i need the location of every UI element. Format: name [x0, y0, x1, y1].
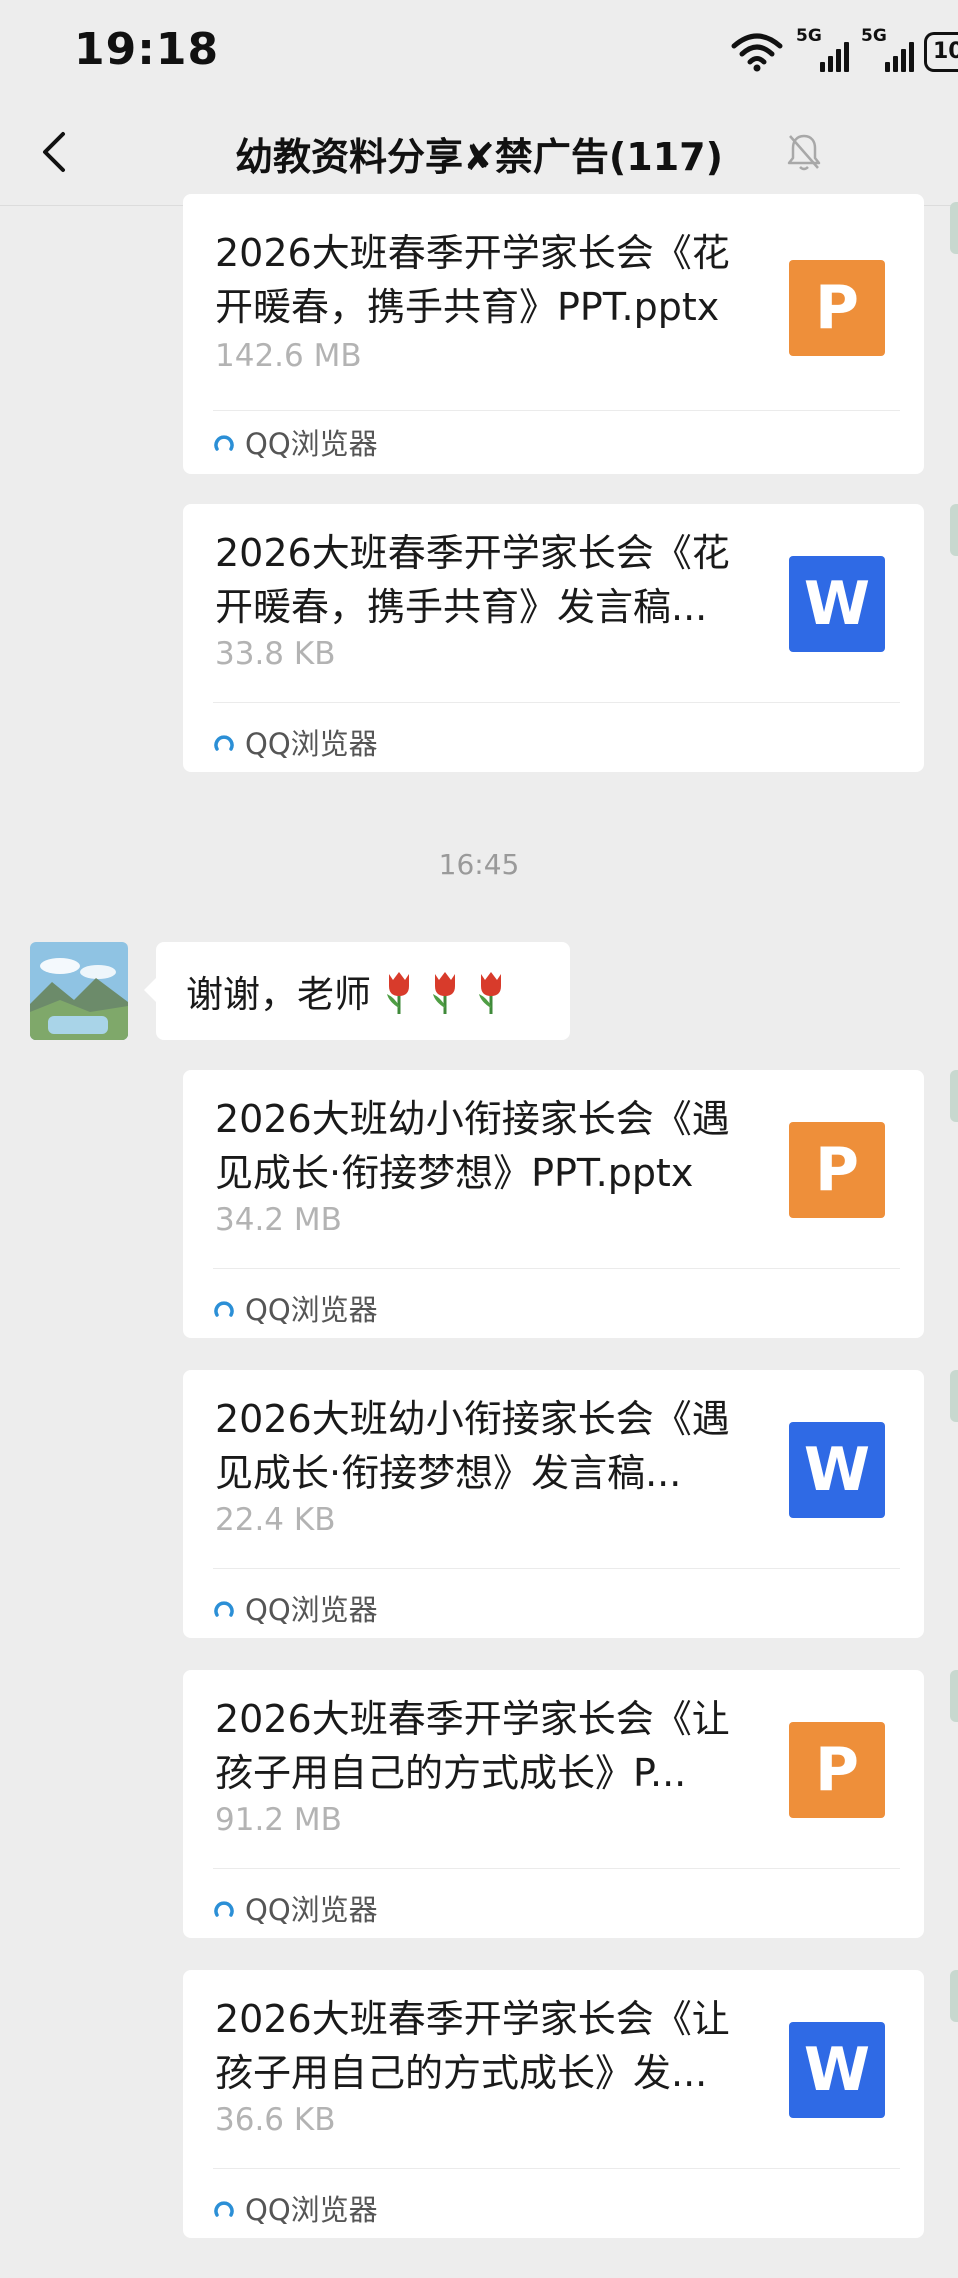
file-name: 2026大班春季开学家长会《让孩子用自己的方式成长》发...	[215, 1997, 730, 2095]
file-name: 2026大班幼小衔接家长会《遇见成长·衔接梦想》发言稿...	[215, 1397, 730, 1495]
file-name: 2026大班春季开学家长会《花开暖春，携手共育》发言稿...	[215, 531, 730, 629]
card-divider	[213, 1868, 900, 1869]
network-label-1: 5G	[796, 26, 822, 46]
message-timestamp: 16:45	[438, 848, 520, 881]
message-text: 谢谢，老师	[186, 973, 371, 1016]
card-source: QQ浏览器	[213, 722, 378, 762]
qq-browser-icon	[214, 435, 234, 451]
ppt-file-icon: P	[789, 1122, 885, 1218]
source-label: QQ浏览器	[245, 427, 378, 461]
network-label-2: 5G	[861, 26, 887, 46]
source-label: QQ浏览器	[245, 1293, 378, 1327]
battery-icon: 10	[924, 32, 958, 72]
card-source: QQ浏览器	[213, 1588, 378, 1628]
avatar[interactable]	[950, 1370, 958, 1422]
ppt-file-icon: P	[789, 1722, 885, 1818]
qq-browser-icon	[214, 735, 234, 751]
qq-browser-icon	[214, 1901, 234, 1917]
file-message-card[interactable]: 2026大班春季开学家长会《花开暖春，携手共育》PPT.pptx 142.6 M…	[183, 194, 924, 474]
card-divider	[213, 2168, 900, 2169]
file-size: 22.4 KB	[215, 1502, 336, 1538]
qq-browser-icon	[214, 1301, 234, 1317]
qq-browser-icon	[214, 2201, 234, 2217]
file-name: 2026大班春季开学家长会《让孩子用自己的方式成长》P...	[215, 1697, 730, 1795]
status-time: 19:18	[74, 24, 220, 75]
signal-icon-2: 5G	[859, 26, 914, 72]
file-message-card[interactable]: 2026大班幼小衔接家长会《遇见成长·衔接梦想》发言稿... 22.4 KB W…	[183, 1370, 924, 1638]
landscape-avatar-icon	[30, 942, 128, 1040]
file-message-card[interactable]: 2026大班幼小衔接家长会《遇见成长·衔接梦想》PPT.pptx 34.2 MB…	[183, 1070, 924, 1338]
tulip-emoji	[479, 972, 501, 1014]
card-source: QQ浏览器	[213, 422, 378, 462]
source-label: QQ浏览器	[245, 1893, 378, 1927]
source-label: QQ浏览器	[245, 1593, 378, 1627]
card-divider	[213, 702, 900, 703]
avatar[interactable]	[950, 1970, 958, 2022]
chat-header: 幼教资料分享✘禁广告(117)	[0, 100, 958, 206]
file-message-card[interactable]: 2026大班春季开学家长会《让孩子用自己的方式成长》发... 36.6 KB W…	[183, 1970, 924, 2238]
card-divider	[213, 410, 900, 411]
card-source: QQ浏览器	[213, 1288, 378, 1328]
avatar[interactable]	[30, 942, 128, 1040]
file-message-card[interactable]: 2026大班春季开学家长会《花开暖春，携手共育》发言稿... 33.8 KB W…	[183, 504, 924, 772]
tulip-emoji	[387, 972, 409, 1014]
file-size: 91.2 MB	[215, 1802, 342, 1838]
status-icons: 5G 5G 10	[730, 26, 958, 72]
word-file-icon: W	[789, 2022, 885, 2118]
avatar[interactable]	[950, 202, 958, 254]
source-label: QQ浏览器	[245, 727, 378, 761]
file-size: 33.8 KB	[215, 636, 336, 672]
file-message-card[interactable]: 2026大班春季开学家长会《让孩子用自己的方式成长》P... 91.2 MB P…	[183, 1670, 924, 1938]
card-divider	[213, 1268, 900, 1269]
source-label: QQ浏览器	[245, 2193, 378, 2227]
status-bar: 19:18 5G 5G 10	[0, 0, 958, 100]
word-file-icon: W	[789, 556, 885, 652]
signal-icon-1: 5G	[794, 26, 849, 72]
file-name: 2026大班幼小衔接家长会《遇见成长·衔接梦想》PPT.pptx	[215, 1097, 730, 1195]
avatar[interactable]	[950, 1070, 958, 1122]
file-name: 2026大班春季开学家长会《花开暖春，携手共育》PPT.pptx	[215, 231, 730, 329]
wifi-icon	[731, 33, 783, 72]
qq-browser-icon	[214, 1601, 234, 1617]
word-file-icon: W	[789, 1422, 885, 1518]
card-divider	[213, 1568, 900, 1569]
file-size: 142.6 MB	[215, 338, 362, 374]
bell-muted-icon	[787, 134, 821, 171]
card-source: QQ浏览器	[213, 1888, 378, 1928]
file-size: 34.2 MB	[215, 1202, 342, 1238]
incoming-text-bubble[interactable]: 谢谢，老师	[144, 942, 570, 1040]
file-size: 36.6 KB	[215, 2102, 336, 2138]
ppt-file-icon: P	[789, 260, 885, 356]
tulip-emoji	[433, 972, 455, 1014]
avatar[interactable]	[950, 1670, 958, 1722]
card-source: QQ浏览器	[213, 2188, 378, 2228]
avatar[interactable]	[950, 504, 958, 556]
